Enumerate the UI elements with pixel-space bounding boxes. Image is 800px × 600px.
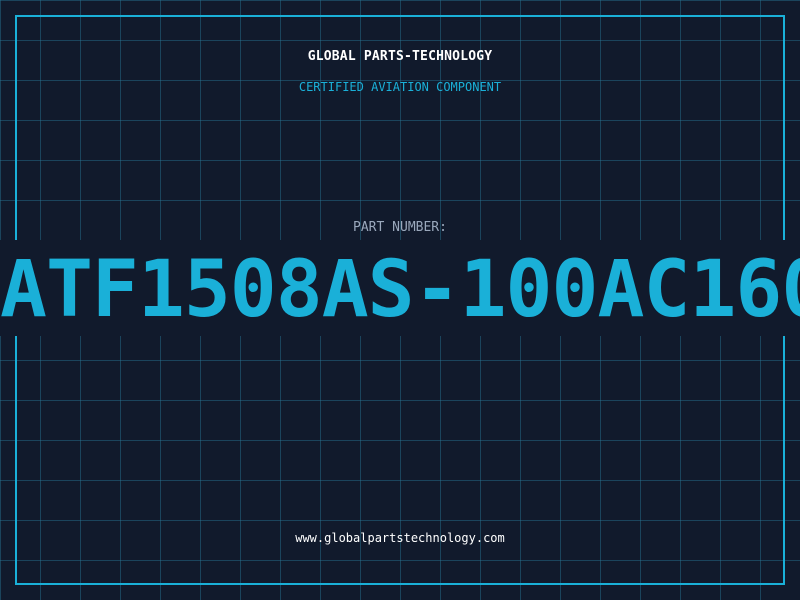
website-url: www.globalpartstechnology.com: [295, 531, 505, 545]
certification-subtitle: CERTIFIED AVIATION COMPONENT: [298, 80, 502, 94]
company-name: GLOBAL PARTS-TECHNOLOGY: [307, 49, 493, 64]
certificate-canvas: GLOBAL PARTS-TECHNOLOGY CERTIFIED AVIATI…: [0, 0, 800, 600]
part-number-value: ATF1508AS-100AC160: [0, 250, 800, 330]
part-number-label: PART NUMBER:: [353, 220, 447, 235]
